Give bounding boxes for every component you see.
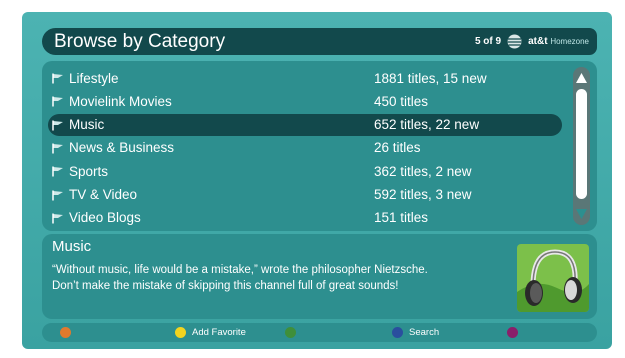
category-name: TV & Video — [69, 187, 138, 202]
flag-icon — [52, 165, 64, 177]
category-name: Movielink Movies — [69, 93, 172, 109]
footer-button-bar: Add Favorite Search — [42, 323, 597, 342]
scroll-thumb[interactable] — [576, 89, 587, 199]
category-count: 26 titles — [374, 140, 421, 156]
description-line: Don’t make the mistake of skipping this … — [52, 280, 399, 292]
brand-subtitle: Homezone — [550, 37, 589, 46]
list-item[interactable]: Movielink Movies 450 titles — [48, 90, 562, 112]
footer-button[interactable] — [507, 327, 518, 338]
list-item[interactable]: Video Blogs 151 titles — [48, 207, 562, 229]
category-count: 652 titles, 22 new — [374, 117, 480, 133]
color-dot-icon — [507, 327, 518, 338]
footer-button[interactable] — [285, 327, 296, 338]
footer-button[interactable] — [60, 327, 71, 338]
color-dot-icon — [60, 327, 71, 338]
description-text: “Without music, life would be a mistake,… — [52, 262, 492, 294]
category-count: 1881 titles, 15 new — [374, 70, 487, 86]
flag-icon — [52, 72, 64, 84]
scroll-up-arrow-icon[interactable] — [575, 71, 588, 83]
description-line: “Without music, life would be a mistake,… — [52, 264, 428, 276]
list-item[interactable]: News & Business 26 titles — [48, 137, 562, 159]
list-item[interactable]: Music 652 titles, 22 new — [48, 113, 562, 136]
category-list: Lifestyle 1881 titles, 15 new Movielink Mo… — [42, 61, 597, 231]
footer-button[interactable]: Search — [392, 327, 439, 338]
footer-button-label: Search — [409, 327, 440, 338]
category-count: 362 titles, 2 new — [374, 163, 472, 179]
header-bar: Browse by Category 5 of 9 at&t Homezone — [42, 28, 597, 55]
description-panel: Music “Without music, life would be a mi… — [42, 234, 597, 319]
category-name: Music — [69, 117, 105, 133]
flag-icon — [52, 119, 64, 131]
color-dot-icon — [175, 327, 186, 338]
footer-button[interactable]: Add Favorite — [175, 327, 246, 338]
headphones-icon — [517, 244, 589, 312]
category-name: Video Blogs — [69, 210, 141, 226]
scrollbar[interactable] — [573, 67, 590, 225]
page-indicator: 5 of 9 — [474, 36, 502, 47]
header-info: 5 of 9 at&t Homezone — [475, 34, 589, 49]
flag-icon — [52, 189, 64, 201]
category-count: 450 titles — [374, 93, 429, 109]
category-name: Sports — [69, 163, 109, 179]
browse-screen: Browse by Category 5 of 9 at&t Homezone … — [22, 12, 612, 349]
flag-icon — [52, 142, 64, 154]
brand-name: at&t — [528, 36, 548, 47]
list-item[interactable]: TV & Video 592 titles, 3 new — [48, 184, 562, 206]
color-dot-icon — [285, 327, 296, 338]
color-dot-icon — [392, 327, 403, 338]
description-title: Music — [52, 238, 92, 255]
category-count: 592 titles, 3 new — [374, 187, 472, 202]
category-name: Lifestyle — [69, 70, 119, 86]
category-count: 151 titles — [374, 210, 429, 226]
category-name: News & Business — [69, 140, 175, 156]
flag-icon — [52, 212, 64, 224]
att-globe-icon — [507, 34, 522, 49]
page-title: Browse by Category — [54, 30, 226, 52]
brand-logo: at&t Homezone — [528, 36, 589, 47]
footer-button-label: Add Favorite — [192, 327, 246, 338]
flag-icon — [52, 95, 64, 107]
scroll-down-arrow-icon[interactable] — [575, 207, 588, 219]
list-item[interactable]: Sports 362 titles, 2 new — [48, 160, 562, 182]
list-item[interactable]: Lifestyle 1881 titles, 15 new — [48, 67, 562, 89]
